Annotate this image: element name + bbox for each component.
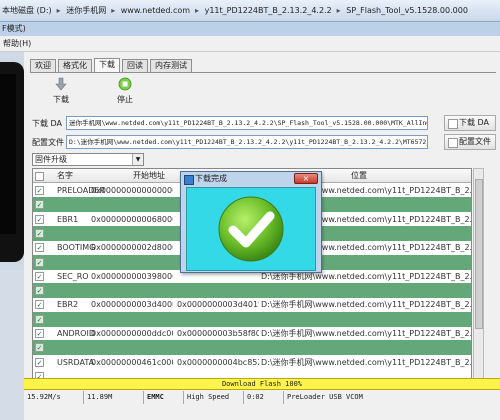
crumb-folder[interactable]: SP_Flash_Tool_v5.1528.00.000 bbox=[346, 6, 468, 15]
progress-bar: Download Flash 100% bbox=[24, 378, 500, 390]
cell-location: D:\迷你手机网\www.netded.com\y11t_PD1224BT_B_… bbox=[261, 357, 472, 367]
table-row[interactable]: ✓ANDROID0x0000000000ddc00000x000000003b5… bbox=[33, 326, 472, 341]
stop-button[interactable]: 停止 bbox=[110, 77, 140, 107]
tab-download[interactable]: 下载 bbox=[94, 58, 120, 72]
scatter-file-field[interactable]: D:\迷你手机网\www.netded.com\y11t_PD1224BT_B_… bbox=[66, 135, 428, 149]
status-time: 0:02 bbox=[244, 391, 284, 404]
tab-format[interactable]: 格式化 bbox=[58, 59, 92, 72]
table-row[interactable]: ✓ bbox=[33, 283, 471, 299]
download-button-label: 下载 bbox=[53, 95, 69, 104]
phone-screen bbox=[0, 74, 16, 234]
cell-start-address: 0x0000000003980000 bbox=[91, 271, 173, 281]
download-agent-button[interactable]: 下载 DA bbox=[444, 115, 496, 131]
tab-readback[interactable]: 回读 bbox=[122, 59, 148, 72]
menu-help[interactable]: 帮助(H) bbox=[0, 36, 500, 52]
cell-location: D:\迷你手机网\www.netded.com\y11t_PD1224BT_B_… bbox=[261, 300, 472, 310]
breadcrumb: 本地磁盘 (D:) ▸ 迷你手机网 ▸ www.netded.com ▸ y11t_P… bbox=[2, 6, 468, 15]
column-location[interactable]: 位置 bbox=[351, 169, 367, 183]
download-complete-dialog: 下载完成 × bbox=[180, 171, 322, 273]
status-speed: 15.92M/s bbox=[24, 391, 84, 404]
row-checkbox[interactable]: ✓ bbox=[35, 228, 44, 238]
stop-icon bbox=[110, 77, 140, 91]
download-agent-field[interactable]: 迷你手机网\www.netded.com\y11t_PD1224BT_B_2.1… bbox=[66, 116, 428, 130]
tab-memory-test[interactable]: 内存测试 bbox=[150, 59, 192, 72]
tab-bar: 欢迎 格式化 下载 回读 内存测试 bbox=[30, 58, 194, 73]
phone-image bbox=[0, 62, 24, 262]
table-row[interactable]: ✓ USRDATA 0x00000000461c0000 0x0000000004bc… bbox=[33, 355, 472, 370]
row-checkbox[interactable]: ✓ bbox=[35, 271, 44, 281]
row-checkbox[interactable]: ✓ bbox=[35, 200, 44, 210]
table-row[interactable]: ✓ bbox=[33, 311, 471, 327]
tab-welcome[interactable]: 欢迎 bbox=[30, 59, 56, 72]
explorer-address-bar[interactable]: 本地磁盘 (D:) ▸ 迷你手机网 ▸ www.netded.com ▸ y11t_P… bbox=[0, 0, 500, 22]
cell-start-address: 0x0000000000ddc0000 bbox=[91, 329, 173, 338]
close-button[interactable]: × bbox=[294, 173, 318, 184]
row-checkbox[interactable]: ✓ bbox=[35, 214, 44, 224]
row-checkbox[interactable]: ✓ bbox=[35, 300, 44, 310]
cell-start-address: 0x0000000002d80000 bbox=[91, 243, 173, 253]
download-arrow-icon bbox=[46, 77, 76, 91]
download-button[interactable]: 下载 bbox=[46, 77, 76, 107]
tab-divider bbox=[30, 72, 496, 73]
window-title: F模式) bbox=[0, 22, 500, 36]
check-icon bbox=[218, 196, 284, 262]
row-checkbox[interactable]: ✓ bbox=[35, 329, 44, 338]
scatter-file-label: 配置文件 bbox=[32, 138, 64, 147]
status-usb-speed: High Speed bbox=[184, 391, 244, 404]
cell-end-address: 0x0000000004bc8522b bbox=[177, 357, 259, 367]
cell-end-address: 0x000000003b58f803 bbox=[177, 329, 259, 338]
row-checkbox[interactable]: ✓ bbox=[35, 243, 44, 253]
column-start-address[interactable]: 开始地址 bbox=[133, 169, 165, 183]
cell-end-address: 0x0000000003d401ff bbox=[177, 300, 259, 310]
crumb-folder[interactable]: 迷你手机网 bbox=[66, 6, 106, 15]
table-scrollbar[interactable] bbox=[473, 168, 484, 382]
stop-button-label: 停止 bbox=[117, 95, 133, 104]
status-size: 11.89M bbox=[84, 391, 144, 404]
cell-start-address: 0x0000000000000000 bbox=[91, 186, 173, 195]
row-checkbox[interactable]: ✓ bbox=[35, 343, 44, 353]
row-checkbox[interactable]: ✓ bbox=[35, 286, 44, 296]
mode-select-value: 固件升级 bbox=[35, 155, 67, 164]
cell-start-address: 0x0000000003d40000 bbox=[91, 300, 173, 310]
mode-select[interactable]: 固件升级 ▼ bbox=[32, 153, 144, 166]
row-checkbox[interactable]: ✓ bbox=[35, 314, 44, 324]
crumb-folder[interactable]: www.netded.com bbox=[121, 6, 190, 15]
table-row[interactable]: ✓ bbox=[33, 340, 471, 356]
scrollbar-thumb[interactable] bbox=[475, 179, 483, 329]
status-bar: 15.92M/s 11.89M EMMC High Speed 0:02 Pre… bbox=[24, 391, 500, 404]
dialog-body bbox=[186, 187, 316, 271]
row-checkbox[interactable]: ✓ bbox=[35, 186, 44, 195]
scatter-file-button[interactable]: 配置文件 bbox=[444, 134, 496, 150]
download-agent-label: 下载 DA bbox=[32, 119, 63, 128]
row-checkbox[interactable]: ✓ bbox=[35, 257, 44, 267]
status-port: PreLoader USB VCOM bbox=[287, 393, 363, 401]
cell-location: D:\迷你手机网\www.netded.com\y11t_PD1224BT_B_… bbox=[261, 329, 472, 338]
column-name[interactable]: 名字 bbox=[57, 169, 73, 183]
crumb-folder[interactable]: y11t_PD1224BT_B_2.13.2_4.2.2 bbox=[205, 6, 332, 15]
crumb-drive[interactable]: 本地磁盘 (D:) bbox=[2, 6, 52, 15]
status-storage: EMMC bbox=[144, 391, 184, 404]
cell-start-address: 0x0000000000680000 bbox=[91, 214, 173, 224]
row-checkbox[interactable]: ✓ bbox=[35, 357, 44, 367]
table-row[interactable]: ✓EBR20x0000000003d400000x0000000003d401f… bbox=[33, 297, 472, 312]
select-all-checkbox[interactable] bbox=[35, 172, 44, 181]
cell-start-address: 0x00000000461c0000 bbox=[91, 357, 173, 367]
chevron-down-icon: ▼ bbox=[132, 154, 143, 165]
